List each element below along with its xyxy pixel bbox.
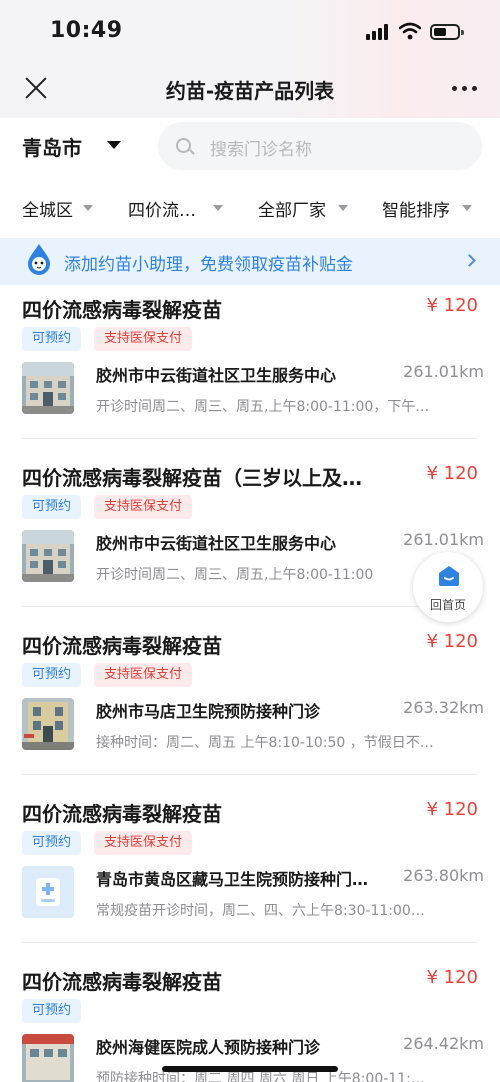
price: ¥ 120 bbox=[426, 799, 478, 820]
caret-down-icon bbox=[213, 205, 223, 211]
opening-hours: 接种时间：周二、周五 上午8:10-10:50 ，节假日不… bbox=[96, 735, 434, 751]
clinic-photo bbox=[22, 698, 74, 750]
clinic-name: 胶州市中云街道社区卫生服务中心 bbox=[96, 366, 337, 385]
vaccine-name: 四价流感病毒裂解疫苗 bbox=[22, 802, 222, 826]
chevron-right-icon bbox=[463, 254, 476, 267]
search-input[interactable]: 搜索门诊名称 bbox=[158, 122, 482, 170]
list-item[interactable]: 四价流感病毒裂解疫苗 ¥ 120 可预约 支持医保支付 胶州市中云街道社区卫生服… bbox=[0, 292, 500, 460]
distance: 261.01km bbox=[403, 530, 484, 549]
divider bbox=[22, 606, 478, 607]
price: ¥ 120 bbox=[426, 631, 478, 652]
battery-icon bbox=[430, 24, 464, 40]
opening-hours: 开诊时间周二、周三、周五,上午8:00-11:00，下午… bbox=[96, 399, 430, 415]
price: ¥ 120 bbox=[426, 463, 478, 484]
home-label: 回首页 bbox=[429, 598, 466, 612]
bookable-tag: 可预约 bbox=[22, 999, 82, 1023]
price: ¥ 120 bbox=[426, 967, 478, 988]
banner-text: 添加约苗小助理，免费领取疫苗补贴金 bbox=[64, 255, 353, 275]
distance: 263.32km bbox=[403, 698, 484, 717]
filter-vaccine[interactable]: 四价流… bbox=[128, 196, 196, 221]
clinic-name: 青岛市黄岛区藏马卫生院预防接种门… bbox=[96, 870, 369, 889]
bookable-tag: 可预约 bbox=[22, 663, 82, 687]
filter-district[interactable]: 全城区 bbox=[22, 196, 73, 221]
bookable-tag: 可预约 bbox=[22, 327, 82, 351]
bookable-tag: 可预约 bbox=[22, 831, 82, 855]
list-item[interactable]: 四价流感病毒裂解疫苗 ¥ 120 可预约 支持医保支付 青岛市黄岛区藏马卫生院预… bbox=[0, 796, 500, 964]
status-time: 10:49 bbox=[50, 18, 123, 43]
home-indicator[interactable] bbox=[162, 1066, 338, 1072]
bookable-tag: 可预约 bbox=[22, 495, 82, 519]
insurance-tag: 支持医保支付 bbox=[94, 663, 193, 687]
search-placeholder: 搜索门诊名称 bbox=[210, 140, 312, 160]
page-title: 约苗-疫苗产品列表 bbox=[165, 79, 335, 103]
clinic-photo bbox=[22, 530, 74, 582]
filter-manufacturer[interactable]: 全部厂家 bbox=[258, 196, 326, 221]
list-item[interactable]: 四价流感病毒裂解疫苗 ¥ 120 可预约 胶州海健医院成人预防接种门诊 264.… bbox=[0, 964, 500, 1082]
insurance-tag: 支持医保支付 bbox=[94, 831, 193, 855]
home-icon bbox=[439, 566, 459, 586]
divider bbox=[22, 438, 478, 439]
city-selector[interactable]: 青岛市 bbox=[22, 132, 82, 161]
back-to-home-button[interactable]: 回首页 bbox=[413, 552, 483, 622]
header: 10:49 约苗-疫苗产品列表 bbox=[0, 0, 500, 118]
promo-banner[interactable]: 添加约苗小助理，免费领取疫苗补贴金 bbox=[0, 238, 500, 285]
vaccine-name: 四价流感病毒裂解疫苗 bbox=[22, 298, 222, 322]
insurance-tag: 支持医保支付 bbox=[94, 327, 193, 351]
distance: 261.01km bbox=[403, 362, 484, 381]
opening-hours: 开诊时间周二、周三、周五,上午8:00-11:00 bbox=[96, 567, 374, 583]
caret-down-icon bbox=[462, 205, 472, 211]
signal-icon bbox=[366, 24, 390, 40]
clinic-name: 胶州海健医院成人预防接种门诊 bbox=[96, 1038, 321, 1057]
divider bbox=[22, 774, 478, 775]
distance: 263.80km bbox=[403, 866, 484, 885]
wifi-icon bbox=[399, 22, 421, 40]
more-icon[interactable] bbox=[452, 86, 478, 92]
caret-down-icon[interactable] bbox=[107, 141, 121, 149]
vaccine-name: 四价流感病毒裂解疫苗 bbox=[22, 634, 222, 658]
vaccine-name: 四价流感病毒裂解疫苗 bbox=[22, 970, 222, 994]
distance: 264.42km bbox=[403, 1034, 484, 1053]
list-item[interactable]: 四价流感病毒裂解疫苗 ¥ 120 可预约 支持医保支付 胶州市马店卫生院预防接种… bbox=[0, 628, 500, 796]
clinic-photo bbox=[22, 1034, 74, 1082]
opening-hours: 常规疫苗开诊时间，周二、四、六上午8:30-11:00… bbox=[96, 903, 425, 919]
mascot-icon bbox=[28, 244, 50, 275]
clinic-photo bbox=[22, 362, 74, 414]
clinic-name: 胶州市中云街道社区卫生服务中心 bbox=[96, 534, 337, 553]
clinic-placeholder-icon bbox=[22, 866, 74, 918]
insurance-tag: 支持医保支付 bbox=[94, 495, 193, 519]
price: ¥ 120 bbox=[426, 295, 478, 316]
search-icon bbox=[176, 138, 191, 153]
clinic-name: 胶州市马店卫生院预防接种门诊 bbox=[96, 702, 321, 721]
divider bbox=[22, 942, 478, 943]
caret-down-icon bbox=[83, 205, 93, 211]
filter-sort[interactable]: 智能排序 bbox=[382, 196, 450, 221]
caret-down-icon bbox=[338, 205, 348, 211]
vaccine-name: 四价流感病毒裂解疫苗（三岁以上及… bbox=[22, 466, 362, 490]
